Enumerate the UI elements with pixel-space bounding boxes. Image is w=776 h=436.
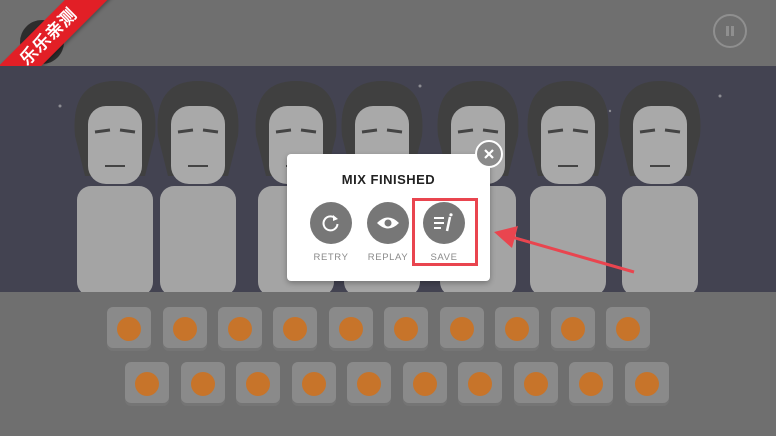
sound-slot-maracas[interactable] <box>347 362 391 406</box>
sound-slot-crown[interactable] <box>625 362 669 406</box>
crown-icon <box>635 372 659 396</box>
sound-slot-butterfly[interactable] <box>403 362 447 406</box>
gamepad-icon <box>117 317 141 341</box>
clock-icon <box>339 317 363 341</box>
retry-action[interactable]: RETRY <box>309 202 353 263</box>
sound-slot-violin[interactable] <box>181 362 225 406</box>
replay-action[interactable]: REPLAY <box>366 202 410 263</box>
sound-slot-balls[interactable] <box>125 362 169 406</box>
dialog-title: MIX FINISHED <box>341 172 436 187</box>
violin-icon <box>191 372 215 396</box>
ice-cream-icon <box>246 372 270 396</box>
sound-slot-planet[interactable] <box>495 307 539 351</box>
sound-slot-leaf[interactable] <box>384 307 428 351</box>
sound-slot-crate[interactable] <box>458 362 502 406</box>
retry-label: RETRY <box>313 252 349 263</box>
sound-slot-onion[interactable] <box>273 307 317 351</box>
star-icon <box>173 317 197 341</box>
triangle-icon <box>616 317 640 341</box>
top-bar <box>0 0 776 66</box>
flower-icon <box>579 372 603 396</box>
tape-icon <box>524 372 548 396</box>
leaf-icon <box>394 317 418 341</box>
save-highlight-box <box>412 198 478 266</box>
sound-slot-triangle[interactable] <box>606 307 650 351</box>
planet-icon <box>505 317 529 341</box>
guitar-icon <box>302 372 326 396</box>
sound-slot-flower[interactable] <box>569 362 613 406</box>
sound-slot-star[interactable] <box>163 307 207 351</box>
sound-slot-guitar[interactable] <box>292 362 336 406</box>
replay-label: REPLAY <box>367 252 409 263</box>
sound-slot-ring[interactable] <box>218 307 262 351</box>
close-icon <box>484 149 494 159</box>
sound-slot-sun[interactable] <box>440 307 484 351</box>
sound-slot-tape[interactable] <box>514 362 558 406</box>
retry-icon <box>322 215 339 232</box>
sound-slot-clock[interactable] <box>329 307 373 351</box>
sound-slot-ice-cream[interactable] <box>236 362 280 406</box>
balls-icon <box>135 372 159 396</box>
retry-button[interactable] <box>310 202 352 244</box>
pause-icon <box>726 26 734 36</box>
eye-icon <box>377 217 399 229</box>
maracas-icon <box>357 372 381 396</box>
pause-button[interactable] <box>713 14 747 48</box>
butterfly-icon <box>413 372 437 396</box>
sound-slot-coin[interactable] <box>551 307 595 351</box>
onion-icon <box>283 317 307 341</box>
crate-icon <box>468 372 492 396</box>
sun-icon <box>450 317 474 341</box>
sound-slot-gamepad[interactable] <box>107 307 151 351</box>
replay-button[interactable] <box>367 202 409 244</box>
ring-icon <box>228 317 252 341</box>
close-dialog-button[interactable] <box>475 140 503 168</box>
coin-icon <box>561 317 585 341</box>
